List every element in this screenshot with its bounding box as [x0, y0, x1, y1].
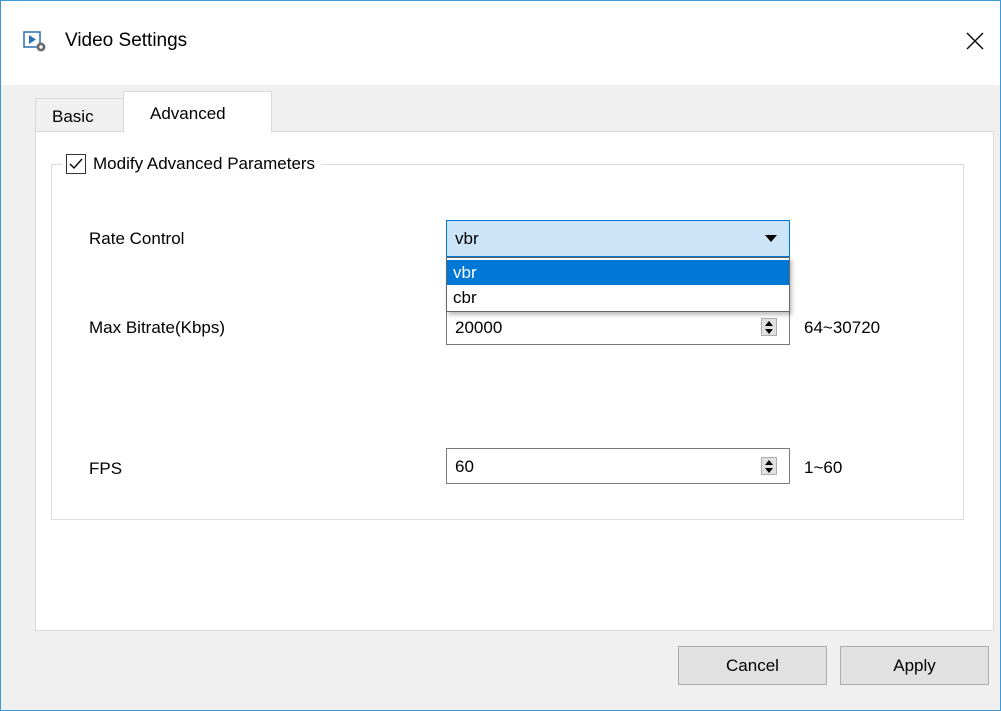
title-bar: Video Settings	[1, 1, 1000, 85]
video-settings-icon	[23, 31, 46, 52]
modify-advanced-parameters-label: Modify Advanced Parameters	[93, 154, 316, 173]
tab-basic[interactable]: Basic	[35, 98, 125, 132]
close-button[interactable]	[950, 19, 1000, 63]
fps-spinbox[interactable]: 60	[446, 448, 790, 484]
apply-button[interactable]: Apply	[840, 646, 989, 685]
rate-control-select[interactable]: vbr	[446, 220, 790, 257]
spin-up-icon[interactable]	[765, 460, 773, 465]
checkmark-icon	[69, 158, 83, 170]
tab-basic-label: Basic	[52, 107, 94, 126]
fps-spin-buttons[interactable]	[761, 457, 777, 475]
spin-down-icon[interactable]	[765, 329, 773, 334]
spin-down-icon[interactable]	[765, 468, 773, 473]
fps-range: 1~60	[804, 458, 843, 477]
apply-button-label: Apply	[893, 655, 936, 675]
max-bitrate-label: Max Bitrate(Kbps)	[89, 318, 226, 337]
option-label: vbr	[453, 263, 477, 282]
fps-label: FPS	[89, 459, 123, 478]
max-bitrate-range: 64~30720	[804, 318, 881, 337]
cancel-button[interactable]: Cancel	[678, 646, 827, 685]
window-title: Video Settings	[65, 30, 188, 51]
max-bitrate-spin-buttons[interactable]	[761, 318, 777, 336]
close-icon	[966, 32, 984, 50]
checkbox-box[interactable]	[66, 154, 86, 174]
modify-advanced-parameters-checkbox[interactable]: Modify Advanced Parameters	[62, 150, 322, 178]
option-label: cbr	[453, 288, 477, 307]
rate-control-label: Rate Control	[89, 229, 185, 248]
tab-advanced-label: Advanced	[150, 104, 226, 123]
chevron-down-icon[interactable]	[765, 235, 777, 242]
spin-up-icon[interactable]	[765, 321, 773, 326]
tab-advanced[interactable]: Advanced	[123, 91, 272, 133]
dropdown-option-cbr[interactable]: cbr	[447, 285, 789, 310]
cancel-button-label: Cancel	[726, 655, 779, 675]
max-bitrate-spinbox[interactable]: 20000	[446, 309, 790, 345]
rate-control-value: vbr	[455, 229, 479, 248]
dropdown-option-vbr[interactable]: vbr	[447, 260, 789, 285]
fps-value[interactable]: 60	[455, 457, 474, 477]
rate-control-dropdown: vbr cbr	[446, 257, 790, 312]
max-bitrate-value[interactable]: 20000	[455, 318, 502, 338]
